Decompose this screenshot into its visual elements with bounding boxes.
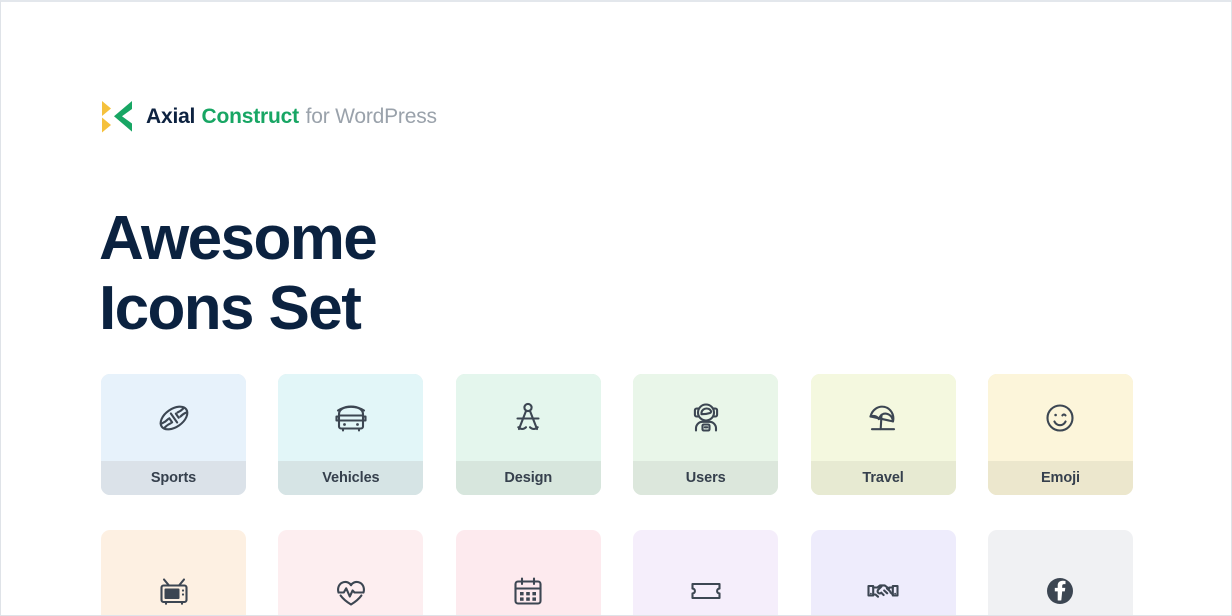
icon-card-label: Design bbox=[455, 461, 601, 495]
icon-card-label: Users bbox=[633, 461, 779, 495]
icon-card[interactable]: Travel bbox=[810, 374, 956, 495]
brand-name-suffix: for WordPress bbox=[305, 104, 437, 128]
icon-card-body bbox=[455, 530, 601, 615]
calendar-icon bbox=[514, 576, 542, 605]
icon-card-grid: Sports Vehicles Design Users Travel Emoj… bbox=[101, 374, 1133, 615]
icon-card-body bbox=[101, 530, 246, 615]
icon-card-body bbox=[455, 374, 601, 461]
icon-card-body bbox=[633, 530, 779, 615]
brand-name: Axial Construct for WordPress bbox=[146, 106, 437, 127]
icon-card[interactable] bbox=[633, 530, 779, 615]
icon-card[interactable] bbox=[455, 530, 601, 615]
icon-card-label: Sports bbox=[101, 461, 246, 495]
facebook-icon bbox=[1047, 577, 1074, 604]
axial-k-logo-icon bbox=[102, 101, 132, 133]
icon-card[interactable] bbox=[278, 530, 424, 615]
icon-card-body bbox=[987, 530, 1133, 615]
icon-card-body bbox=[810, 374, 956, 461]
icon-card-body bbox=[987, 374, 1133, 461]
bus-icon bbox=[335, 404, 367, 432]
icon-card-body bbox=[633, 374, 779, 461]
icon-card-body bbox=[278, 530, 424, 615]
icon-card[interactable] bbox=[810, 530, 956, 615]
icon-card[interactable]: Sports bbox=[101, 374, 246, 495]
icon-card-label: Emoji bbox=[987, 461, 1133, 495]
icon-card-body bbox=[101, 374, 246, 461]
icon-card[interactable]: Users bbox=[633, 374, 779, 495]
icon-card[interactable] bbox=[101, 530, 246, 615]
icon-card-body bbox=[278, 374, 424, 461]
icon-card[interactable]: Vehicles bbox=[278, 374, 424, 495]
heartbeat-icon bbox=[336, 580, 365, 606]
page-title-line-1: Awesome bbox=[99, 203, 378, 273]
brand-name-primary: Axial bbox=[146, 104, 196, 128]
football-icon bbox=[159, 405, 188, 430]
wink-smiley-icon bbox=[1046, 403, 1075, 432]
page-title: Awesome Icons Set bbox=[99, 204, 799, 345]
page-title-line-2: Icons Set bbox=[99, 274, 362, 344]
ticket-icon bbox=[691, 582, 721, 599]
icon-card-label: Vehicles bbox=[278, 461, 424, 495]
drafting-compass-icon bbox=[516, 402, 540, 430]
icon-card-body bbox=[810, 530, 956, 615]
icon-card[interactable]: Design bbox=[455, 374, 601, 495]
icon-card[interactable]: Emoji bbox=[987, 374, 1133, 495]
handshake-icon bbox=[867, 583, 899, 598]
brand-logo[interactable]: Axial Construct for WordPress bbox=[101, 98, 437, 134]
brand-name-secondary: Construct bbox=[201, 104, 300, 128]
icon-card[interactable] bbox=[987, 530, 1133, 615]
page-root: Axial Construct for WordPress Awesome Ic… bbox=[0, 0, 1232, 616]
astronaut-icon bbox=[693, 402, 718, 432]
beach-umbrella-icon bbox=[869, 405, 896, 430]
retro-tv-icon bbox=[159, 577, 188, 605]
icon-card-label: Travel bbox=[810, 461, 956, 495]
